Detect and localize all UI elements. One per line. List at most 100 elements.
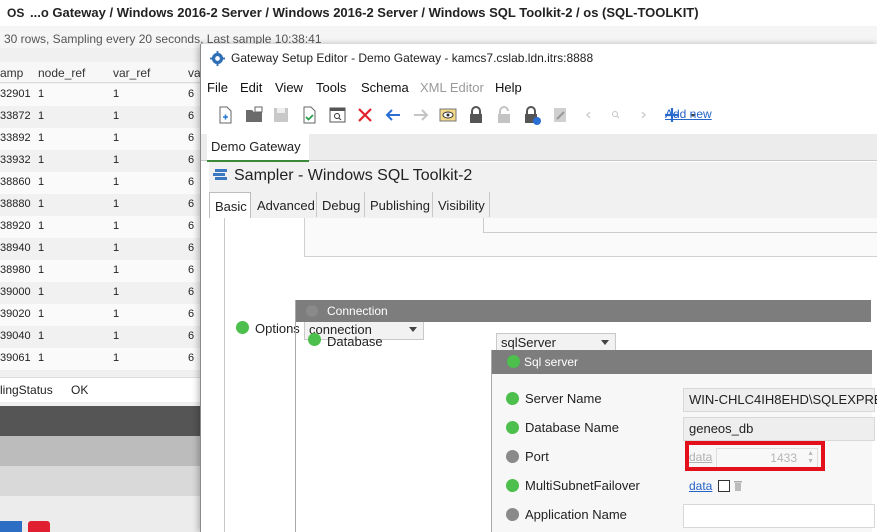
menu-xml-editor[interactable]: XML Editor: [420, 80, 484, 95]
table-row[interactable]: 38940 1 1 6: [0, 238, 200, 261]
menu-tools[interactable]: Tools: [316, 80, 346, 95]
window-title: Gateway Setup Editor - Demo Gateway - ka…: [231, 51, 594, 65]
tab-label: Demo Gateway: [211, 139, 301, 154]
multisubnet-checkbox[interactable]: [718, 480, 730, 492]
table-cell: 33932: [0, 154, 31, 166]
window-title-bar[interactable]: Gateway Setup Editor - Demo Gateway - ka…: [201, 44, 877, 72]
table-row[interactable]: 39020 1 1 6: [0, 304, 200, 327]
edit-icon[interactable]: [549, 104, 571, 126]
multisubnet-label: MultiSubnetFailover: [525, 478, 640, 493]
table-row[interactable]: 32901 1 1 6: [0, 84, 200, 107]
lock-icon[interactable]: [465, 104, 487, 126]
column-header[interactable]: var_ref: [113, 66, 150, 80]
save-icon[interactable]: [270, 104, 292, 126]
table-row[interactable]: 33932 1 1 6: [0, 150, 200, 173]
breadcrumb: ...o Gateway / Windows 2016-2 Server / W…: [30, 5, 699, 20]
table-cell: 6: [188, 352, 195, 364]
table-cell: 39040: [0, 330, 31, 342]
sql-server-enabled-indicator[interactable]: [507, 355, 520, 368]
open-folder-icon[interactable]: [243, 104, 265, 126]
editor-tab-strip: Demo Gateway: [201, 134, 877, 162]
table-cell: 38980: [0, 264, 31, 276]
windows-logo-icon: [0, 521, 22, 532]
menu-help[interactable]: Help: [495, 80, 522, 95]
tab-label: Basic: [215, 199, 247, 214]
multisubnet-data-link[interactable]: data: [689, 479, 712, 493]
forward-arrow-icon[interactable]: [410, 104, 432, 126]
table-row[interactable]: 33872 1 1 6: [0, 106, 200, 129]
application-name-label: Application Name: [525, 507, 627, 522]
tab-debug[interactable]: Debug: [317, 192, 365, 217]
menu-bar: File Edit View Tools Schema XML Editor H…: [201, 76, 877, 98]
table-row[interactable]: 33892 1 1 6: [0, 128, 200, 151]
delete-icon[interactable]: [354, 104, 376, 126]
table-header: amp node_ref var_ref va: [0, 62, 201, 83]
application-name-field[interactable]: [683, 504, 875, 528]
column-header[interactable]: va: [188, 66, 201, 80]
table-row[interactable]: 39040 1 1 6: [0, 326, 200, 349]
add-new-link[interactable]: Add new: [665, 107, 712, 121]
table-cell: 1: [113, 352, 120, 364]
server-name-label: Server Name: [525, 391, 602, 406]
table-cell: 1: [113, 110, 120, 122]
table-cell: 6: [188, 308, 195, 320]
table-cell: 6: [188, 264, 195, 276]
table-cell: 33892: [0, 132, 31, 144]
table-cell: 1: [38, 154, 45, 166]
server-name-value: WIN-CHLC4IH8EHD\SQLEXPRESS: [689, 392, 877, 407]
connection-indicator[interactable]: [306, 305, 318, 317]
tab-label: Advanced: [257, 198, 315, 213]
menu-file[interactable]: File: [207, 80, 228, 95]
table-row[interactable]: 38860 1 1 6: [0, 172, 200, 195]
table-row[interactable]: 39000 1 1 6: [0, 282, 200, 305]
sql-server-header: Sql server: [492, 350, 872, 374]
table-row[interactable]: 38920 1 1 6: [0, 216, 200, 239]
table-cell: 1: [113, 264, 120, 276]
nav-right-icon[interactable]: [633, 104, 655, 126]
back-arrow-icon[interactable]: [382, 104, 404, 126]
server-name-indicator[interactable]: [506, 392, 519, 405]
menu-view[interactable]: View: [275, 80, 303, 95]
lock-info-icon[interactable]: [521, 104, 543, 126]
menu-schema[interactable]: Schema: [361, 80, 409, 95]
options-enabled-indicator[interactable]: [236, 321, 249, 334]
column-header[interactable]: node_ref: [38, 66, 85, 80]
tab-basic[interactable]: Basic: [209, 192, 251, 219]
table-row[interactable]: 38980 1 1 6: [0, 260, 200, 283]
options-label: Options: [255, 321, 300, 336]
application-name-indicator[interactable]: [506, 508, 519, 521]
tab-visibility[interactable]: Visibility: [433, 192, 490, 217]
new-file-icon[interactable]: [214, 104, 236, 126]
tab-advanced[interactable]: Advanced: [250, 192, 317, 217]
column-header[interactable]: amp: [0, 66, 23, 80]
tree-guide-line: [224, 218, 225, 532]
tab-label: Visibility: [438, 198, 485, 213]
tab-publishing[interactable]: Publishing: [365, 192, 433, 217]
tab-label: Publishing: [370, 198, 430, 213]
database-name-field[interactable]: geneos_db: [683, 417, 875, 441]
table-cell: 1: [38, 242, 45, 254]
table-cell: 6: [188, 330, 195, 342]
port-indicator[interactable]: [506, 450, 519, 463]
search-window-icon[interactable]: [326, 104, 348, 126]
preview-eye-icon[interactable]: [437, 104, 459, 126]
database-name-value: geneos_db: [689, 421, 754, 436]
nav-search-icon[interactable]: [605, 104, 627, 126]
nav-left-icon[interactable]: [577, 104, 599, 126]
table-cell: 38940: [0, 242, 31, 254]
menu-edit[interactable]: Edit: [240, 80, 262, 95]
unlock-icon[interactable]: [493, 104, 515, 126]
server-name-field[interactable]: WIN-CHLC4IH8EHD\SQLEXPRESS: [683, 388, 877, 412]
table-cell: 38920: [0, 220, 31, 232]
database-enabled-indicator[interactable]: [308, 333, 321, 346]
sampling-status-row: lingStatus OK: [0, 377, 200, 402]
table-cell: 1: [38, 286, 45, 298]
table-cell: 39020: [0, 308, 31, 320]
database-name-indicator[interactable]: [506, 421, 519, 434]
trash-icon[interactable]: [733, 479, 743, 491]
multisubnet-indicator[interactable]: [506, 479, 519, 492]
table-row[interactable]: 39061 1 1 6: [0, 348, 200, 371]
tab-demo-gateway[interactable]: Demo Gateway: [207, 134, 309, 162]
table-row[interactable]: 38880 1 1 6: [0, 194, 200, 217]
validate-icon[interactable]: [298, 104, 320, 126]
